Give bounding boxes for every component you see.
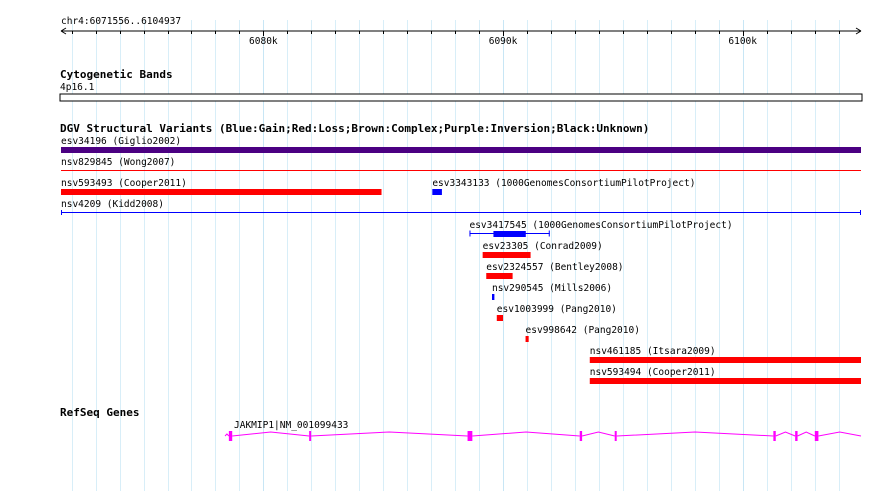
ruler-tick-label: 6100k: [728, 36, 757, 47]
gene-exon[interactable]: [814, 431, 819, 441]
dgv-track: DGV Structural Variants (Blue:Gain;Red:L…: [60, 122, 861, 384]
cytoband-track: Cytogenetic Bands 4p16.1: [59, 68, 863, 102]
dgv-feature-label[interactable]: nsv829845 (Wong2007): [61, 157, 175, 168]
dgv-feature-label[interactable]: nsv593493 (Cooper2011): [61, 178, 187, 189]
gene-exon[interactable]: [773, 431, 776, 441]
dgv-feature-bar[interactable]: [525, 336, 529, 342]
dgv-feature-label[interactable]: esv3417545 (1000GenomesConsortiumPilotPr…: [469, 220, 732, 231]
gene-intron: [797, 431, 816, 437]
cytoband-track-title[interactable]: Cytogenetic Bands: [60, 68, 173, 81]
dgv-feature-bar[interactable]: [61, 189, 382, 195]
cytoband-label: 4p16.1: [60, 82, 95, 93]
dgv-feature-label[interactable]: esv3343133 (1000GenomesConsortiumPilotPr…: [432, 178, 695, 189]
gene-exon[interactable]: [795, 431, 798, 441]
dgv-features: esv34196 (Giglio2002) nsv829845 (Wong2007…: [61, 136, 861, 384]
dgv-feature-label[interactable]: esv2324557 (Bentley2008): [486, 262, 623, 273]
dgv-feature-label[interactable]: nsv290545 (Mills2006): [492, 283, 612, 294]
gene-exon[interactable]: [579, 431, 583, 441]
dgv-feature-bar[interactable]: [589, 378, 861, 384]
dgv-feature-bar[interactable]: [432, 189, 442, 195]
gene-intron: [224, 433, 230, 437]
ruler-track: chr4:6071556..6104937 6080k 6090k 6100k: [60, 16, 862, 47]
ruler-tick-label: 6090k: [489, 36, 518, 47]
gene-intron: [232, 431, 310, 437]
dgv-track-title[interactable]: DGV Structural Variants (Blue:Gain;Red:L…: [60, 122, 649, 135]
gene-exon[interactable]: [614, 431, 617, 441]
gene-intron: [472, 431, 580, 437]
dgv-feature-bar[interactable]: [482, 252, 531, 258]
genome-tracks-canvas: chr4:6071556..6104937 6080k 6090k 6100k Cy…: [59, 16, 863, 491]
gene-exon[interactable]: [228, 431, 233, 441]
refseq-track: RefSeq Genes JAKMIP1|NM_001099433: [60, 406, 862, 441]
dgv-feature-label[interactable]: nsv4209 (Kidd2008): [61, 199, 164, 210]
gene-intron: [311, 431, 468, 437]
background-grid: [72, 20, 840, 491]
gene-intron: [581, 431, 615, 437]
dgv-feature-label[interactable]: esv23305 (Conrad2009): [483, 241, 603, 252]
dgv-feature-label[interactable]: nsv593494 (Cooper2011): [590, 367, 716, 378]
dgv-feature-bar[interactable]: [61, 147, 861, 153]
dgv-feature-label[interactable]: esv34196 (Giglio2002): [61, 136, 181, 147]
dgv-feature-bar[interactable]: [589, 357, 861, 363]
cytoband-bar[interactable]: [59, 93, 863, 102]
gene-exon[interactable]: [467, 431, 473, 441]
gene-intron: [775, 431, 796, 437]
dgv-feature-bar[interactable]: [486, 273, 513, 279]
ruler-tick-label: 6080k: [249, 36, 278, 47]
region-label: chr4:6071556..6104937: [61, 16, 181, 27]
dgv-feature-label[interactable]: esv1003999 (Pang2010): [497, 304, 617, 315]
dgv-feature-label[interactable]: nsv461185 (Itsara2009): [590, 346, 716, 357]
dgv-feature-core[interactable]: [493, 231, 526, 237]
refseq-track-title[interactable]: RefSeq Genes: [60, 406, 139, 419]
gene-model[interactable]: [224, 431, 862, 441]
dgv-feature-label[interactable]: esv998642 (Pang2010): [526, 325, 640, 336]
gene-exon[interactable]: [309, 431, 312, 441]
gene-label[interactable]: JAKMIP1|NM_001099433: [234, 420, 348, 431]
dgv-feature-bar[interactable]: [496, 315, 504, 321]
genome-browser-panel: chr4:6071556..6104937 6080k 6090k 6100k Cy…: [0, 0, 890, 491]
dgv-feature-bar[interactable]: [491, 294, 495, 300]
